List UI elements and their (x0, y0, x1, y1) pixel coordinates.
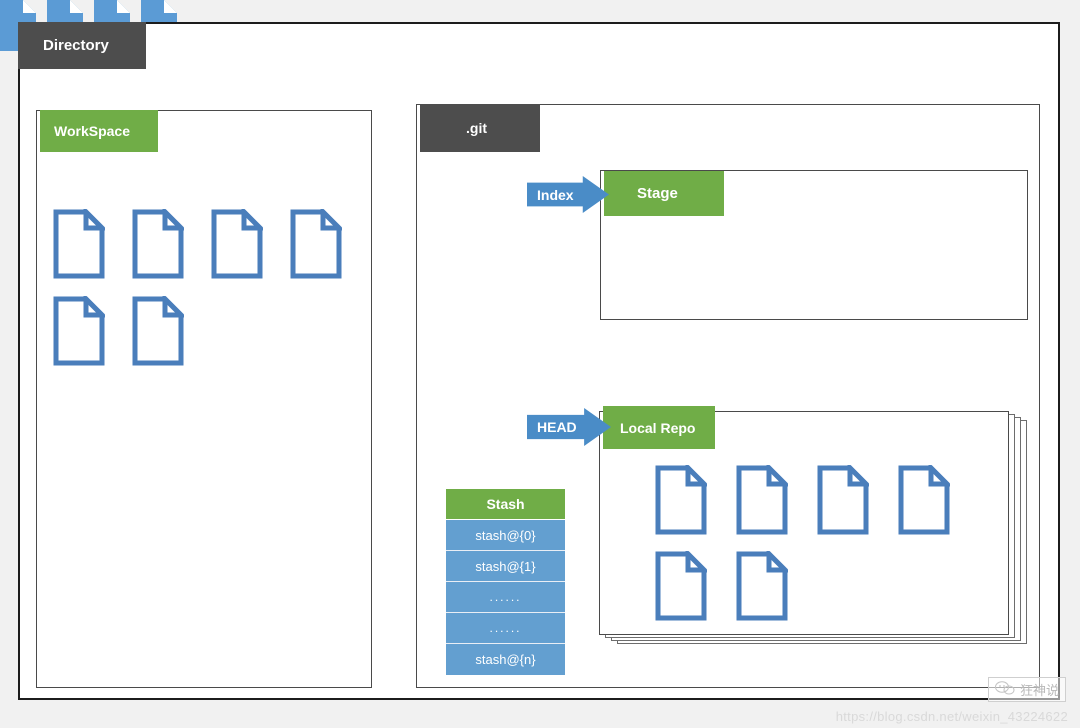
workspace-label-text: WorkSpace (54, 123, 130, 139)
git-label: .git (420, 104, 540, 152)
document-icon (898, 465, 950, 535)
document-row (53, 209, 342, 279)
document-icon (817, 465, 869, 535)
workspace-documents (53, 209, 342, 366)
wechat-watermark-badge: 狂神说 (987, 677, 1066, 702)
wechat-icon (994, 681, 1015, 698)
local-repo-documents (655, 465, 950, 621)
document-row (53, 296, 342, 366)
document-icon (53, 209, 105, 279)
document-icon (132, 296, 184, 366)
stash-row: ...... (446, 582, 565, 613)
stage-label-text: Stage (637, 185, 678, 202)
stash-row: stash@{1} (446, 551, 565, 582)
stash-row: ...... (446, 613, 565, 644)
stash-table-header: Stash (446, 489, 565, 520)
document-icon (211, 209, 263, 279)
document-icon (736, 465, 788, 535)
local-repo-label-text: Local Repo (620, 419, 696, 436)
document-icon (655, 551, 707, 621)
stash-table: Stash stash@{0} stash@{1} ...... ...... … (444, 487, 567, 677)
document-icon (655, 465, 707, 535)
git-label-text: .git (466, 120, 487, 136)
head-arrow-text: HEAD (537, 419, 577, 435)
workspace-label: WorkSpace (40, 110, 158, 152)
workspace-panel (36, 110, 372, 688)
stash-row: stash@{0} (446, 520, 565, 551)
stage-label: Stage (604, 171, 724, 216)
directory-label-text: Directory (43, 37, 109, 54)
directory-label: Directory (18, 22, 146, 69)
url-watermark: https://blog.csdn.net/weixin_43224622 (835, 709, 1068, 724)
document-row (655, 465, 950, 535)
wechat-watermark-text: 狂神说 (1019, 683, 1059, 698)
stash-row: stash@{n} (446, 644, 565, 675)
document-row (655, 551, 950, 621)
document-icon (132, 209, 184, 279)
document-icon (736, 551, 788, 621)
local-repo-label: Local Repo (603, 406, 715, 449)
document-icon (290, 209, 342, 279)
index-arrow-text: Index (537, 186, 574, 203)
document-icon (53, 296, 105, 366)
diagram-canvas: Directory WorkSpace .git Index Stage HEA… (0, 0, 1080, 728)
